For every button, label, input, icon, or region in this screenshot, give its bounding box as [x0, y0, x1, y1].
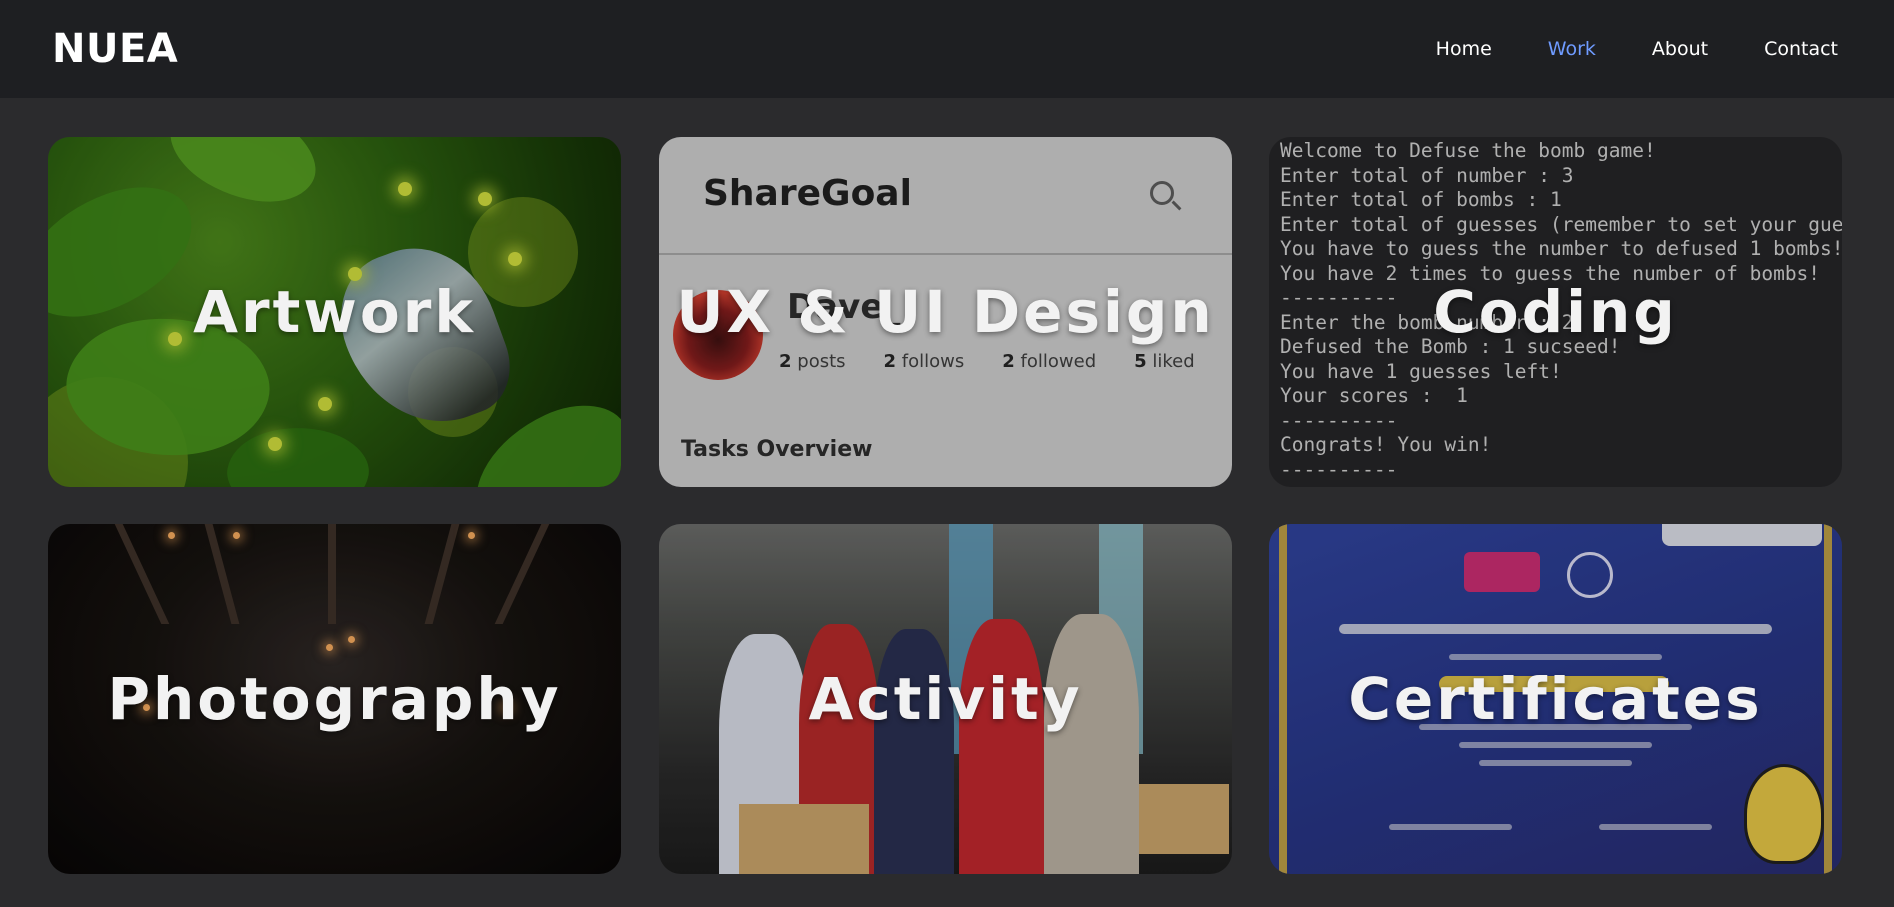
- card-title-ux-ui: UX & UI Design: [676, 278, 1215, 346]
- card-ux-ui-design[interactable]: ShareGoal Dave_ 2 posts 2 follows 2 foll…: [659, 137, 1232, 487]
- card-certificates[interactable]: Certificates: [1269, 524, 1842, 874]
- card-artwork[interactable]: Artwork: [48, 137, 621, 487]
- card-title-artwork: Artwork: [193, 278, 476, 346]
- card-coding[interactable]: Welcome to Defuse the bomb game! Enter to…: [1269, 137, 1842, 487]
- card-activity[interactable]: Activity: [659, 524, 1232, 874]
- nav-link-contact[interactable]: Contact: [1764, 38, 1838, 60]
- site-logo[interactable]: NUEA: [52, 26, 178, 72]
- card-photography[interactable]: Photography: [48, 524, 621, 874]
- main-nav: Home Work About Contact: [1436, 38, 1838, 60]
- work-grid: Artwork ShareGoal Dave_ 2 posts 2 follow…: [0, 98, 1894, 907]
- nav-link-home[interactable]: Home: [1436, 38, 1492, 60]
- card-title-photography: Photography: [107, 665, 562, 733]
- card-title-coding: Coding: [1433, 278, 1678, 346]
- top-navbar: NUEA Home Work About Contact: [0, 0, 1894, 98]
- card-title-activity: Activity: [808, 665, 1083, 733]
- nav-link-about[interactable]: About: [1652, 38, 1708, 60]
- nav-link-work[interactable]: Work: [1548, 38, 1596, 60]
- card-title-certificates: Certificates: [1348, 665, 1763, 733]
